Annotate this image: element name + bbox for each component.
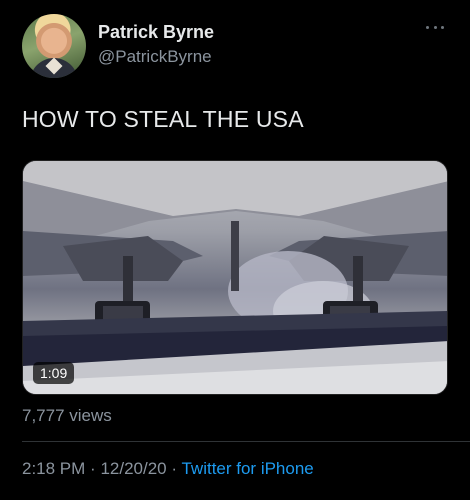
video-thumbnail [23, 161, 447, 394]
meta-separator: · [90, 459, 96, 478]
dot-icon [441, 25, 444, 29]
tweet-source-link[interactable]: Twitter for iPhone [181, 459, 313, 478]
video-duration-badge: 1:09 [33, 362, 75, 384]
divider [22, 441, 470, 442]
author-name[interactable]: Patrick Byrne [98, 22, 214, 43]
meta-separator: · [171, 459, 178, 478]
avatar[interactable] [22, 14, 86, 78]
tweet-text: HOW TO STEAL THE USA [22, 106, 304, 132]
video-player[interactable]: 1:09 [22, 160, 448, 395]
tweet-date[interactable]: 12/20/20 [100, 459, 166, 478]
author-handle[interactable]: @PatrickByrne [98, 47, 212, 67]
tweet-metadata: 2:18 PM · 12/20/20 · Twitter for iPhone [22, 459, 314, 479]
tweet-time[interactable]: 2:18 PM [22, 459, 85, 478]
dot-icon [426, 25, 429, 29]
view-count: 7,777 views [22, 406, 112, 425]
dot-icon [433, 25, 437, 29]
more-options-icon[interactable] [426, 22, 444, 32]
